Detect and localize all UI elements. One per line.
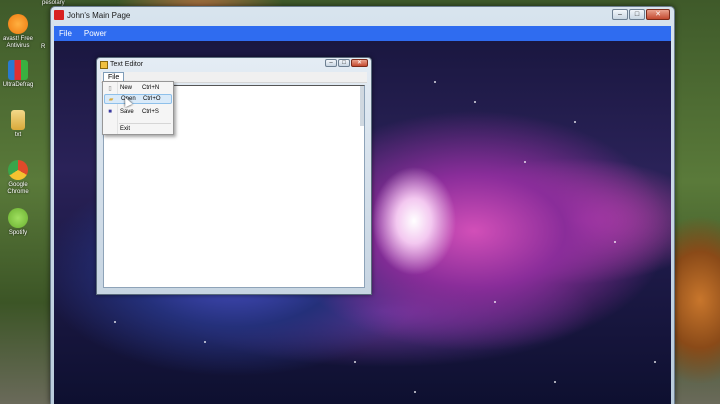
menu-item-open[interactable]: ▰ Open Ctrl+O [104, 94, 172, 104]
app-icon [54, 10, 64, 20]
desktop-shortcut-label: Antivirus [6, 43, 30, 49]
menu-item-shortcut: Ctrl+O [143, 96, 161, 102]
close-button[interactable]: ✕ [646, 9, 670, 20]
desktop-shortcut-label: Chrome [7, 189, 29, 195]
desktop-shortcut-avast[interactable]: avast! Free Antivirus [2, 14, 34, 50]
desktop-shortcut-spotify[interactable]: Spotify [2, 208, 34, 237]
menu-item-label: New [120, 85, 133, 91]
main-menubar: File Power [54, 26, 671, 41]
editor-close-button[interactable]: ✕ [351, 59, 368, 67]
desktop-shortcut-label: Spotify [8, 230, 28, 236]
editor-maximize-button[interactable]: □ [338, 59, 350, 67]
editor-scrollbar[interactable] [360, 86, 364, 126]
main-titlebar[interactable]: John's Main Page – □ ✕ [51, 7, 674, 26]
file-dropdown-menu: ▯ New Ctrl+N ▰ Open Ctrl+O ■ Save Ctrl+S… [102, 81, 174, 135]
desktop-right-label: R [41, 44, 46, 50]
new-document-icon: ▯ [108, 85, 112, 92]
menu-file[interactable]: File [59, 29, 72, 38]
folder-icon [11, 110, 25, 130]
save-disk-icon: ■ [108, 109, 112, 115]
main-window-title: John's Main Page [67, 11, 131, 20]
menu-item-exit[interactable]: Exit [104, 124, 172, 134]
editor-minimize-button[interactable]: – [325, 59, 337, 67]
desktop-shortcut-label: avast! Free [2, 36, 33, 42]
desktop-shortcut-label: UltraDefrag [2, 82, 34, 88]
menu-item-label: Exit [120, 126, 131, 132]
editor-app-icon [100, 61, 108, 69]
desktop-shortcut-chrome[interactable]: Google Chrome [2, 160, 34, 196]
desktop-shortcut-label: txt [14, 132, 22, 138]
desktop-shortcut-txt[interactable]: txt [2, 110, 34, 139]
desktop-shortcut-ultradefrag[interactable]: UltraDefrag [2, 60, 34, 89]
menu-item-save[interactable]: ■ Save Ctrl+S [104, 107, 172, 117]
menu-power[interactable]: Power [84, 29, 107, 38]
minimize-button[interactable]: – [612, 9, 628, 20]
maximize-button[interactable]: □ [629, 9, 645, 20]
open-folder-icon: ▰ [108, 96, 114, 103]
avast-icon [8, 14, 28, 34]
spotify-icon [8, 208, 28, 228]
menu-item-shortcut: Ctrl+S [142, 109, 159, 115]
desktop-shortcut-label: Google [8, 182, 28, 188]
editor-window-title: Text Editor [110, 61, 144, 68]
menu-item-new[interactable]: ▯ New Ctrl+N [104, 83, 172, 93]
menu-item-label: Save [120, 109, 134, 115]
chrome-icon [8, 160, 28, 180]
ultradefrag-icon [8, 60, 28, 80]
menu-item-shortcut: Ctrl+N [142, 85, 160, 91]
